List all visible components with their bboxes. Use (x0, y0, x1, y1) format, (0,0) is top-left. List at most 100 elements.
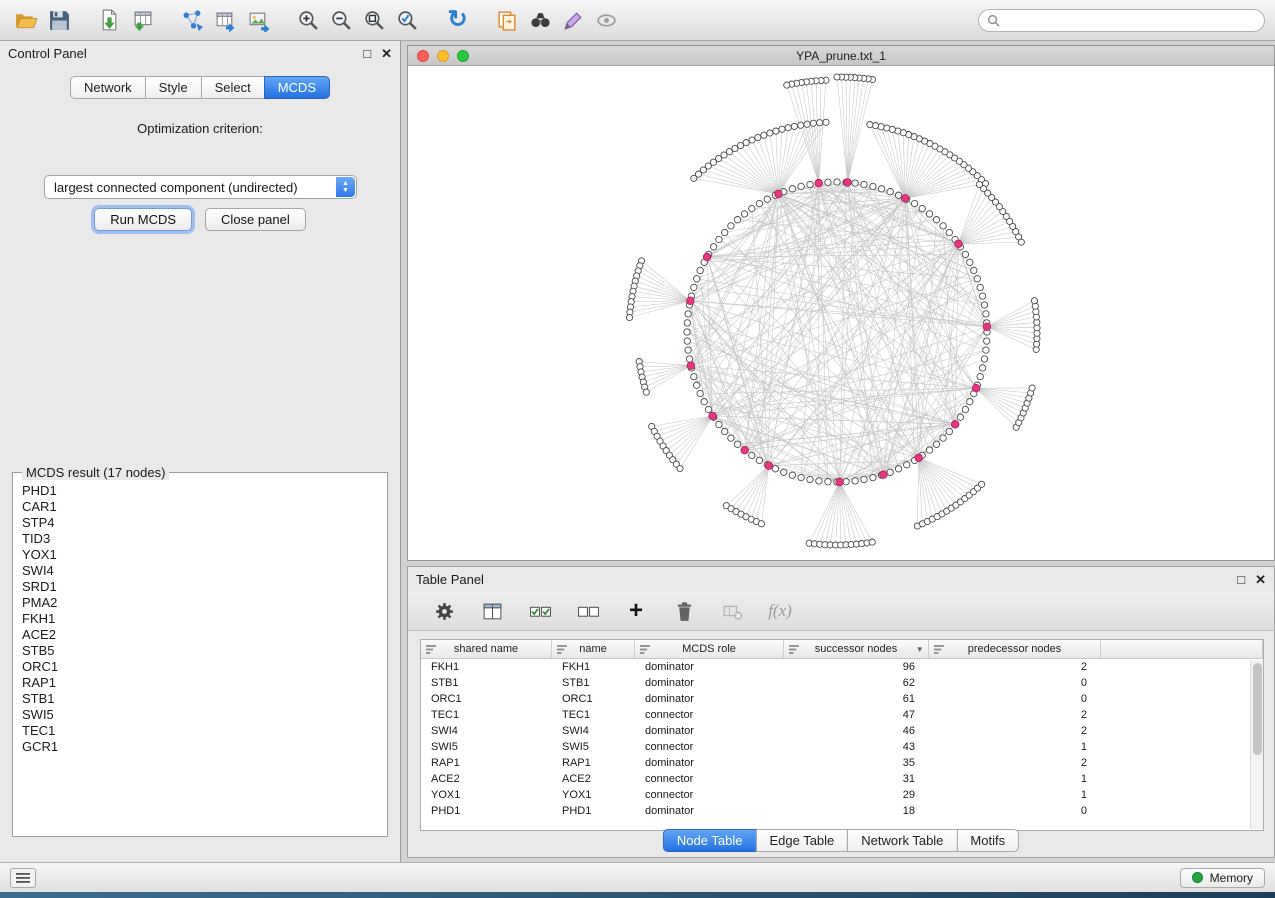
node-table-body[interactable]: FKH1FKH1dominator962STB1STB1dominator620… (421, 659, 1263, 819)
export-image-icon[interactable] (242, 4, 275, 37)
float-icon[interactable]: □ (1237, 572, 1245, 588)
task-list-icon[interactable] (10, 868, 36, 888)
mcds-result-item[interactable]: PMA2 (16, 595, 384, 611)
desktop-background (0, 892, 1275, 898)
close-panel-button[interactable]: Close panel (205, 208, 306, 231)
column-header-shared-name[interactable]: shared name (421, 640, 552, 658)
close-icon[interactable]: ✕ (381, 46, 392, 62)
run-mcds-button[interactable]: Run MCDS (94, 208, 192, 231)
memory-button[interactable]: Memory (1180, 868, 1265, 888)
mcds-result-item[interactable]: SRD1 (16, 579, 384, 595)
add-column-icon[interactable]: + (622, 597, 650, 625)
mcds-result-item[interactable]: PHD1 (16, 483, 384, 499)
close-icon[interactable]: ✕ (1255, 572, 1266, 588)
gear-icon[interactable] (430, 597, 458, 625)
paintbrush-icon[interactable] (557, 4, 590, 37)
refresh-icon[interactable]: ↻ (441, 4, 474, 37)
table-row[interactable]: PHD1PHD1dominator180 (421, 803, 1263, 819)
mcds-result-item[interactable]: FKH1 (16, 611, 384, 627)
mcds-result-item[interactable]: STP4 (16, 515, 384, 531)
mcds-result-item[interactable]: STB5 (16, 643, 384, 659)
chevron-down-icon[interactable]: ▾ (917, 644, 922, 655)
scrollbar-thumb[interactable] (1253, 663, 1262, 755)
mcds-result-item[interactable]: SWI5 (16, 707, 384, 723)
save-icon[interactable] (43, 4, 76, 37)
open-file-icon[interactable] (10, 4, 43, 37)
network-nodes[interactable] (626, 74, 1040, 548)
table-tabs: Node Table Edge Table Network Table Moti… (663, 829, 1019, 852)
tab-style[interactable]: Style (145, 76, 202, 99)
table-row[interactable]: TEC1TEC1connector472 (421, 707, 1263, 723)
mcds-result-item[interactable]: CAR1 (16, 499, 384, 515)
mcds-result-item[interactable]: TEC1 (16, 723, 384, 739)
table-row[interactable]: ACE2ACE2connector311 (421, 771, 1263, 787)
export-network-icon[interactable] (176, 4, 209, 37)
binoculars-icon[interactable] (524, 4, 557, 37)
mcds-result-item[interactable]: TID3 (16, 531, 384, 547)
mcds-result-item[interactable]: STB1 (16, 691, 384, 707)
mcds-result-item[interactable]: ACE2 (16, 627, 384, 643)
criterion-select[interactable]: largest connected component (undirected)… (44, 175, 357, 199)
table-row[interactable]: SWI4SWI4dominator462 (421, 723, 1263, 739)
chevron-up-down-icon[interactable]: ▲▼ (336, 177, 355, 197)
table-cell: 46 (784, 725, 929, 737)
network-svg[interactable] (408, 67, 1274, 560)
table-cell: connector (635, 741, 784, 753)
zoom-selected-icon[interactable] (391, 4, 424, 37)
tab-motifs[interactable]: Motifs (956, 829, 1019, 852)
columns-icon[interactable] (478, 597, 506, 625)
control-panel-tabs: Network Style Select MCDS (0, 76, 400, 99)
table-cell: TEC1 (552, 709, 635, 721)
tab-select[interactable]: Select (201, 76, 265, 99)
mcds-result-item[interactable]: ORC1 (16, 659, 384, 675)
mcds-result-item[interactable]: SWI4 (16, 563, 384, 579)
minimize-window-icon[interactable] (437, 50, 449, 62)
delete-column-icon[interactable] (670, 597, 698, 625)
float-icon[interactable]: □ (363, 46, 371, 62)
table-row[interactable]: RAP1RAP1dominator352 (421, 755, 1263, 771)
tab-node-table[interactable]: Node Table (663, 829, 757, 852)
network-canvas[interactable] (408, 67, 1274, 560)
table-cell: PHD1 (552, 805, 635, 817)
zoom-in-icon[interactable] (292, 4, 325, 37)
table-row[interactable]: YOX1YOX1connector291 (421, 787, 1263, 803)
tab-edge-table[interactable]: Edge Table (755, 829, 848, 852)
zoom-out-icon[interactable] (325, 4, 358, 37)
tab-network-table[interactable]: Network Table (847, 829, 957, 852)
zoom-fit-icon[interactable] (358, 4, 391, 37)
table-cell: 2 (929, 725, 1101, 737)
deselect-all-icon[interactable] (574, 597, 602, 625)
table-cell: connector (635, 773, 784, 785)
mcds-result-item[interactable]: YOX1 (16, 547, 384, 563)
network-window-titlebar[interactable]: YPA_prune.txt_1 (408, 46, 1274, 66)
table-row[interactable]: ORC1ORC1dominator610 (421, 691, 1263, 707)
column-header-mcds-role[interactable]: MCDS role (635, 640, 784, 658)
mcds-result-list[interactable]: PHD1CAR1STP4TID3YOX1SWI4SRD1PMA2FKH1ACE2… (16, 483, 384, 833)
maximize-window-icon[interactable] (457, 50, 469, 62)
export-table-icon[interactable] (209, 4, 242, 37)
table-cell: 0 (929, 805, 1101, 817)
close-window-icon[interactable] (417, 50, 429, 62)
table-cell: 1 (929, 741, 1101, 753)
search-input[interactable] (1006, 13, 1256, 27)
import-network-icon[interactable] (93, 4, 126, 37)
table-cell: 96 (784, 661, 929, 673)
import-table-icon[interactable] (126, 4, 159, 37)
main-toolbar: ↻ (0, 0, 1275, 41)
tab-mcds[interactable]: MCDS (264, 76, 330, 99)
table-cell: 29 (784, 789, 929, 801)
network-window: YPA_prune.txt_1 (407, 45, 1275, 561)
column-header-name[interactable]: name (552, 640, 635, 658)
column-header-predecessor-nodes[interactable]: predecessor nodes (929, 640, 1101, 658)
mcds-result-item[interactable]: RAP1 (16, 675, 384, 691)
mcds-result-item[interactable]: GCR1 (16, 739, 384, 755)
table-row[interactable]: FKH1FKH1dominator962 (421, 659, 1263, 675)
eye-icon[interactable] (590, 4, 623, 37)
select-all-icon[interactable] (526, 597, 554, 625)
table-scrollbar[interactable] (1250, 660, 1263, 829)
table-row[interactable]: SWI5SWI5connector431 (421, 739, 1263, 755)
table-row[interactable]: STB1STB1dominator620 (421, 675, 1263, 691)
column-header-successor-nodes[interactable]: successor nodes ▾ (784, 640, 929, 658)
tab-network[interactable]: Network (70, 76, 146, 99)
document-share-icon[interactable] (491, 4, 524, 37)
